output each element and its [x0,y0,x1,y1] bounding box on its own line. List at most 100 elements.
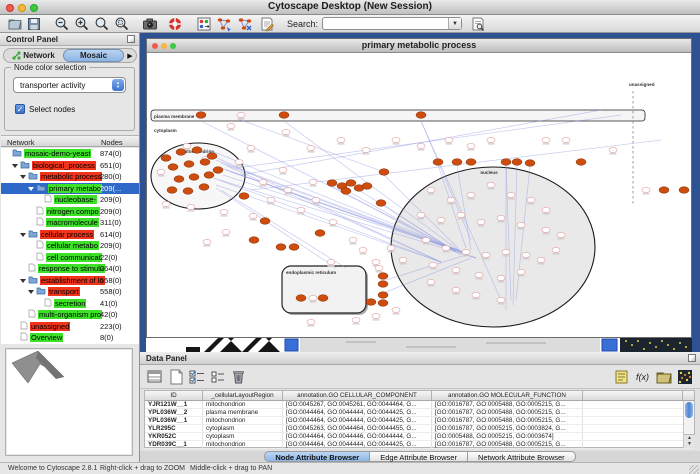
vizmapper-icon[interactable] [196,16,212,32]
network-node[interactable] [472,292,480,297]
annotation-icon[interactable] [259,16,275,32]
annotation-notes-icon[interactable] [613,368,631,386]
network-node[interactable] [309,179,317,184]
network-node[interactable] [442,245,450,250]
network-node[interactable] [289,244,299,251]
column-header[interactable]: ID [145,391,203,400]
snapshot-icon[interactable] [142,16,158,32]
network-window-titlebar[interactable]: primary metabolic process [147,39,691,53]
network-node[interactable] [207,153,217,160]
network-tree-row[interactable]: nitrogen compo209(0) [1,206,139,218]
zoom-fit-icon[interactable] [94,16,110,32]
network-node[interactable] [249,237,259,244]
network-node[interactable] [346,180,356,187]
network-node[interactable] [259,179,267,184]
network-node[interactable] [168,164,178,171]
network-node[interactable] [609,147,617,152]
network-tree-row[interactable]: response to stimulu264(0) [1,263,139,275]
network-tree-row[interactable]: cellular metabo209(0) [1,240,139,252]
network-node[interactable] [161,155,171,162]
network-tree-row[interactable]: establishment of lo558(0) [1,275,139,287]
network-node[interactable] [352,317,360,322]
network-node[interactable] [462,249,470,254]
network-node[interactable] [552,247,560,252]
network-node[interactable] [445,137,453,142]
tab-network[interactable]: Network [4,49,63,62]
network-node[interactable] [452,287,460,292]
network-node[interactable] [375,265,383,270]
table-scrollbar[interactable]: ▲▼ [683,401,694,448]
network-tree-row[interactable]: multi-organism pro42(0) [1,309,139,321]
network-node[interactable] [679,187,689,194]
network-node[interactable] [487,182,495,187]
table-row[interactable]: YDR039C__1mitochondrion[GO:0044464, GO:0… [145,441,694,449]
scrollbar-arrows[interactable]: ▲▼ [684,434,695,448]
network-node[interactable] [237,112,245,117]
zoom-selected-icon[interactable] [114,16,130,32]
network-node[interactable] [327,259,335,264]
network-node[interactable] [475,272,483,277]
network-node[interactable] [378,281,388,288]
select-attributes-icon[interactable] [146,368,164,386]
column-header[interactable]: _cellularLayoutRegion [203,391,283,400]
tab-network-attribute-browser[interactable]: Network Attribute Browser [468,451,576,462]
import-attributes-icon[interactable] [655,368,673,386]
tab-mosaic[interactable]: Mosaic [63,49,124,62]
network-node[interactable] [507,192,515,197]
network-tree-row[interactable]: nucleobase-209(0) [1,194,139,206]
network-node[interactable] [235,159,243,164]
network-node[interactable] [362,147,370,152]
zoom-in-icon[interactable] [74,16,90,32]
network-node[interactable] [576,159,586,166]
network-node[interactable] [296,295,306,302]
expand-arrow-icon[interactable] [20,279,26,283]
network-node[interactable] [174,176,184,183]
network-node[interactable] [309,295,317,300]
destroy-network-icon[interactable] [237,16,253,32]
float-panel-icon[interactable] [688,354,696,362]
network-node[interactable] [387,245,395,250]
tab-overflow-icon[interactable]: ▶ [124,52,136,60]
network-node[interactable] [487,137,495,142]
network-tree-row[interactable]: primary metabo209(... [1,183,139,195]
compartment-nucleus[interactable] [391,167,595,327]
attribute-checklist-icon[interactable] [188,368,206,386]
save-icon[interactable] [26,16,42,32]
network-node[interactable] [184,161,194,168]
network-node[interactable] [276,244,286,251]
network-node[interactable] [366,299,376,306]
network-node[interactable] [497,275,505,280]
network-node[interactable] [457,212,465,217]
network-node[interactable] [204,172,214,179]
network-tree-row[interactable]: cell communicat22(0) [1,252,139,264]
network-node[interactable] [329,219,337,224]
network-node[interactable] [433,159,443,166]
network-node[interactable] [378,300,388,307]
network-node[interactable] [349,237,357,242]
network-tree-row[interactable]: unassigned223(0) [1,321,139,333]
network-node[interactable] [562,137,570,142]
node-color-dropdown[interactable]: transporter activity ▲▼ [13,77,126,93]
network-node[interactable] [659,187,669,194]
scrollbar-thumb[interactable] [685,402,693,418]
network-node[interactable] [399,257,407,262]
help-icon[interactable] [167,16,183,32]
network-node[interactable] [517,222,525,227]
network-node[interactable] [542,227,550,232]
table-row[interactable]: YPL036W__2plasma membrane[GO:0044464, GO… [145,409,694,417]
network-node[interactable] [267,197,275,202]
network-node[interactable] [167,187,177,194]
network-tree-row[interactable]: biological_process651(0) [1,160,139,172]
network-node[interactable] [220,209,228,214]
network-node[interactable] [279,167,287,172]
network-node[interactable] [337,137,345,142]
network-canvas[interactable]: plasma membranecytoplasmmitochondrionnuc… [147,53,691,337]
float-panel-icon[interactable] [127,35,135,43]
table-row[interactable]: YPL036W__1mitochondrion[GO:0044464, GO:0… [145,417,694,425]
network-tree-row[interactable]: transport558(0) [1,286,139,298]
network-node[interactable] [527,197,535,202]
network-node[interactable] [157,169,165,174]
network-node[interactable] [512,159,522,166]
network-node[interactable] [427,187,435,192]
search-input[interactable] [323,18,445,29]
